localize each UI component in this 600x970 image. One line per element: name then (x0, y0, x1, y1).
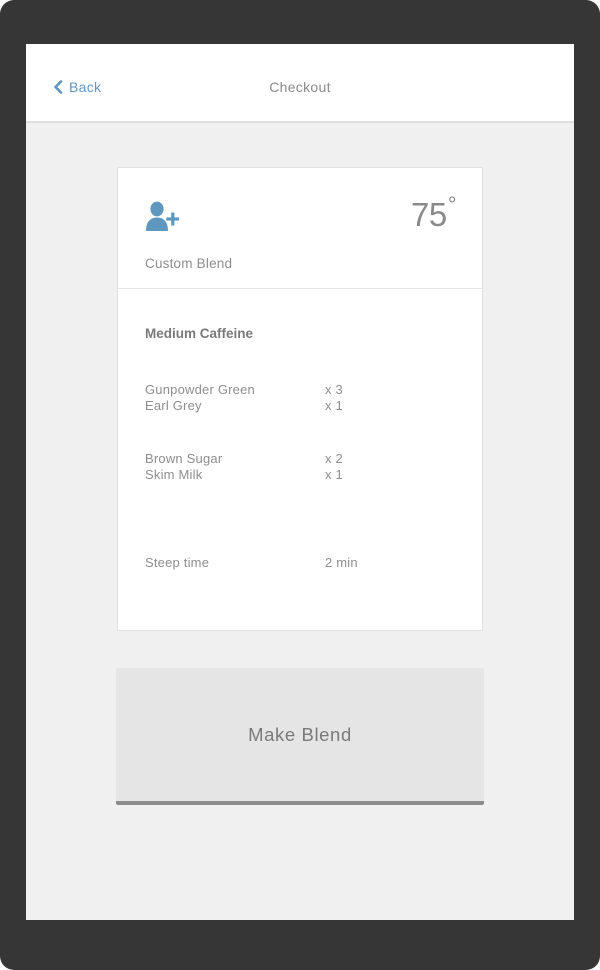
device-frame: Back Checkout 75° Custom Blend Medium Ca… (0, 0, 600, 970)
ingredient-name: Gunpowder Green (145, 382, 255, 397)
addition-row: Brown Sugar x 2 (145, 451, 445, 467)
nav-bar: Back Checkout (26, 44, 574, 123)
ingredient-qty: x 1 (325, 398, 343, 413)
addition-qty: x 2 (325, 451, 343, 466)
ingredient-row: Gunpowder Green x 3 (145, 382, 445, 398)
screen: Back Checkout 75° Custom Blend Medium Ca… (26, 44, 574, 920)
temperature-display: 75° (410, 192, 457, 234)
addition-qty: x 1 (325, 467, 343, 482)
page-title: Checkout (269, 79, 331, 95)
steep-time-row: Steep time 2 min (145, 555, 445, 571)
addition-name: Skim Milk (145, 467, 203, 482)
steep-time-label: Steep time (145, 555, 210, 570)
addition-name: Brown Sugar (145, 451, 223, 466)
card-header: 75° Custom Blend (118, 168, 482, 289)
temperature-value: 75 (410, 196, 447, 233)
addition-row: Skim Milk x 1 (145, 467, 445, 483)
ingredient-name: Earl Grey (145, 398, 202, 413)
blend-name: Custom Blend (145, 256, 233, 271)
ingredient-qty: x 3 (325, 382, 343, 397)
add-user-icon[interactable] (145, 200, 179, 232)
make-blend-button[interactable]: Make Blend (116, 668, 484, 805)
ingredient-row: Earl Grey x 1 (145, 398, 445, 414)
steep-time-value: 2 min (325, 555, 358, 570)
temperature-unit: ° (447, 192, 457, 217)
caffeine-level: Medium Caffeine (145, 326, 254, 341)
blend-summary-card: 75° Custom Blend Medium Caffeine Gunpowd… (117, 167, 483, 631)
